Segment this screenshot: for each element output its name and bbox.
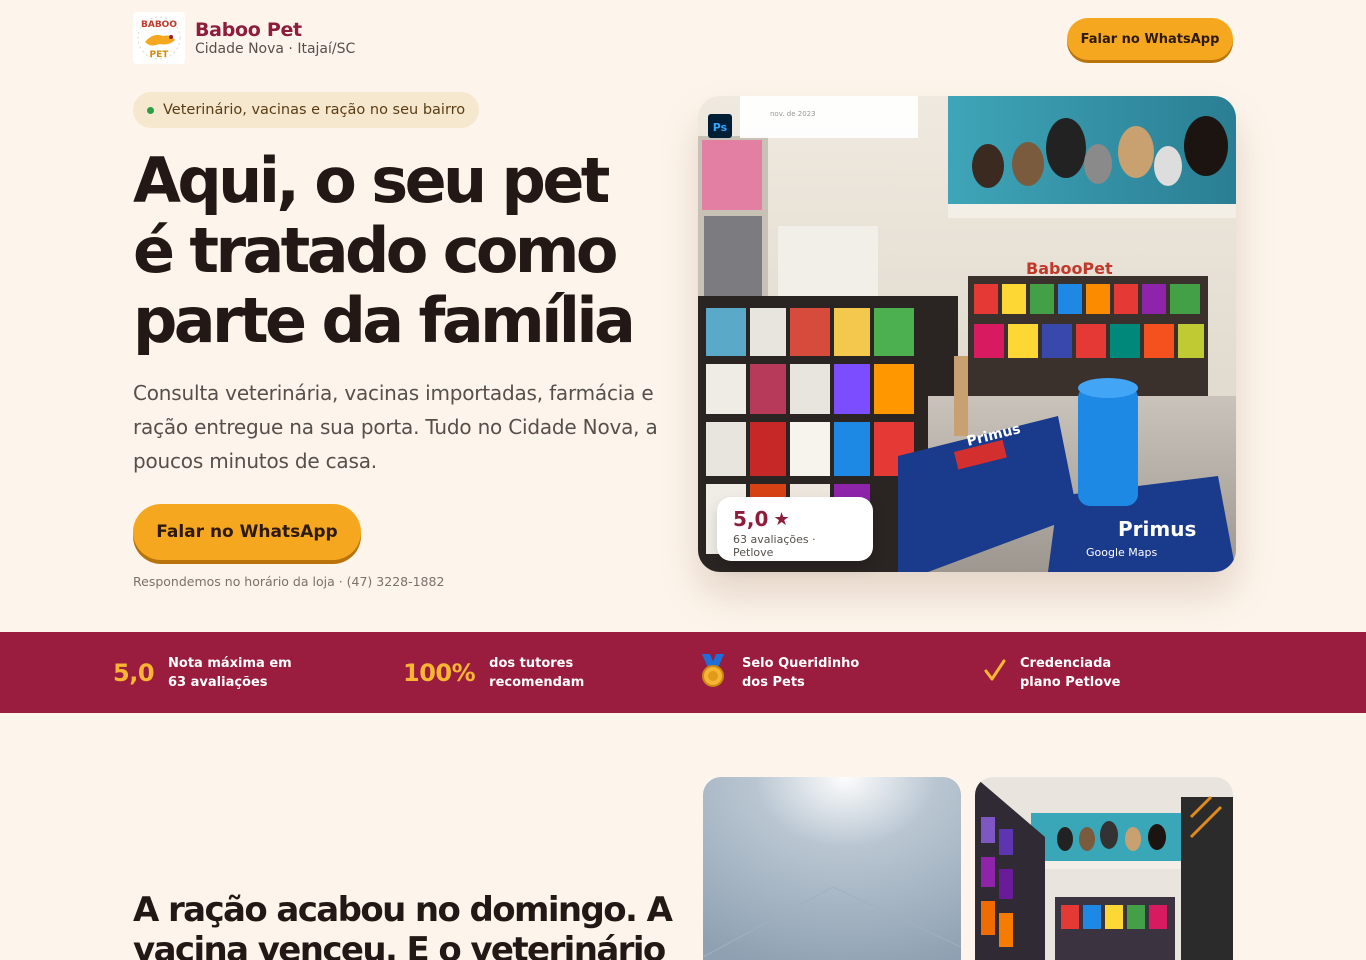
stat-line: Nota máxima em [168,655,292,671]
stat-seal: Selo Queridinho dos Pets [698,632,859,713]
star-icon: ★ [773,508,790,530]
stat-line: Selo Queridinho [742,655,860,671]
stat-recommend: 100% dos tutores recomendam [403,632,584,713]
stat-rating: 5,0 Nota máxima em 63 avaliações [113,632,292,713]
stat-text: Selo Queridinho dos Pets [742,654,859,692]
stat-big-value: 100% [403,658,476,687]
hero-whatsapp-button[interactable]: Falar no WhatsApp [133,504,361,560]
svg-text:BABOO: BABOO [141,20,177,30]
section-title-line: A ração acabou no domingo. A [133,890,673,930]
hero-title-line: é tratado como [133,214,618,287]
stat-line: dos tutores [489,655,574,671]
rating-caption: 63 avaliações · Petlove [733,533,816,559]
stats-band: 5,0 Nota máxima em 63 avaliações 100% do… [0,632,1366,713]
svg-text:Ps: Ps [713,121,728,134]
hero-badge: Veterinário, vacinas e ração no seu bair… [133,92,479,128]
hero-description: Consulta veterinária, vacinas importadas… [133,381,658,473]
rating-value: 5,0 [733,507,769,531]
stat-big-value: 5,0 [113,658,155,687]
brand-location: Cidade Nova · Itajaí/SC [195,41,356,57]
hero-badge-text: Veterinário, vacinas e ração no seu bair… [163,102,466,118]
stat-credentialed: Credenciada plano Petlove [984,632,1120,713]
hero-contact-note: Respondemos no horário da loja · (47) 32… [133,574,445,589]
status-dot-icon [147,106,154,114]
stat-text: dos tutores recomendam [489,654,584,692]
check-icon [984,659,1006,687]
store-aisle-photo [975,777,1233,960]
section-title: A ração acabou no domingo. A vacina venc… [133,890,693,960]
header-whatsapp-button[interactable]: Falar no WhatsApp [1067,18,1233,60]
site-header: BABOO PET Baboo Pet Cidade Nova · Itajaí… [0,0,1366,80]
brand-name: Baboo Pet [195,19,302,41]
stat-line: dos Pets [742,674,805,690]
svg-text:BabooPet: BabooPet [1026,259,1113,278]
ceiling-photo [703,777,961,960]
baboo-pet-logo[interactable]: BABOO PET [133,12,185,64]
svg-text:Google Maps: Google Maps [1086,546,1158,559]
stat-line: recomendam [489,674,585,690]
hero-title-line: parte da família [133,284,636,357]
hero-title-line: Aqui, o seu pet [133,144,610,217]
stat-text: Credenciada plano Petlove [1020,654,1120,692]
medal-icon [698,653,728,692]
stat-line: plano Petlove [1020,674,1121,690]
hero-title: Aqui, o seu pet é tratado como parte da … [133,146,693,356]
rating-card: 5,0 ★ 63 avaliações · Petlove [717,497,873,561]
rating-value-row: 5,0 ★ [733,507,857,531]
svg-text:nov. de 2023: nov. de 2023 [770,110,816,118]
stat-line: Credenciada [1020,655,1112,671]
stat-text: Nota máxima em 63 avaliações [168,654,292,692]
section-title-line: vacina venceu. E o veterinário [133,930,666,960]
svg-text:PET: PET [150,50,170,60]
svg-text:Primus: Primus [1118,517,1196,541]
stat-line: 63 avaliações [168,674,268,690]
